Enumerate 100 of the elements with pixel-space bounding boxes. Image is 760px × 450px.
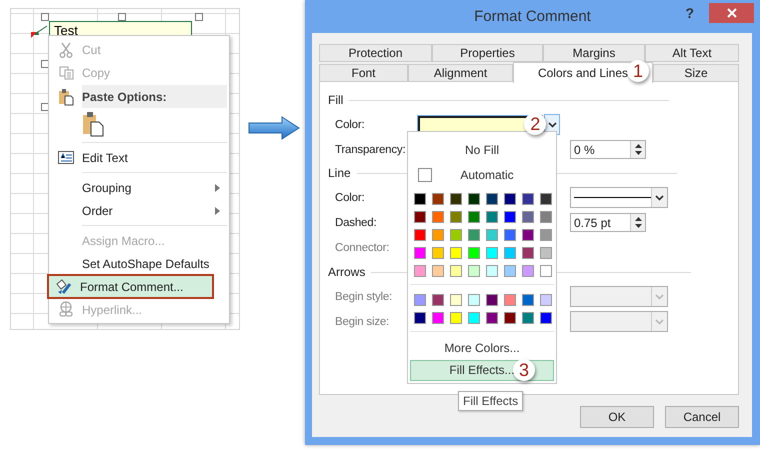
tab[interactable]: Margins xyxy=(543,44,645,62)
color-swatch[interactable] xyxy=(414,211,426,223)
color-swatch[interactable] xyxy=(486,294,498,306)
color-swatch[interactable] xyxy=(486,211,498,223)
close-button[interactable] xyxy=(709,3,754,23)
color-swatch[interactable] xyxy=(540,229,552,241)
color-swatch[interactable] xyxy=(468,229,480,241)
no-fill-option[interactable]: No Fill xyxy=(408,138,556,162)
dropdown[interactable] xyxy=(570,311,668,332)
color-swatch[interactable] xyxy=(450,312,462,324)
spin-field[interactable]: 0.75 pt xyxy=(570,213,646,232)
color-swatch[interactable] xyxy=(486,312,498,324)
tab[interactable]: Alignment xyxy=(408,64,513,82)
color-swatch[interactable] xyxy=(414,247,426,259)
color-swatch[interactable] xyxy=(504,229,516,241)
color-swatch[interactable] xyxy=(540,312,552,324)
color-swatch[interactable] xyxy=(504,294,516,306)
menu-item[interactable]: Edit Text xyxy=(50,146,228,169)
spin-field[interactable]: 0 % xyxy=(570,140,646,159)
color-swatch[interactable] xyxy=(432,229,444,241)
tab[interactable]: Colors and Lines 1 xyxy=(513,62,653,83)
tab[interactable]: Alt Text xyxy=(645,44,739,62)
color-swatch[interactable] xyxy=(468,294,480,306)
color-swatch[interactable] xyxy=(486,265,498,277)
line-sample-icon xyxy=(574,196,652,199)
color-swatch[interactable] xyxy=(522,211,534,223)
menu-item[interactable]: Format Comment... xyxy=(48,275,213,298)
color-swatch[interactable] xyxy=(486,247,498,259)
field-label: Dashed: xyxy=(335,216,376,228)
step-badge: 3 xyxy=(513,359,535,381)
color-swatch[interactable] xyxy=(450,229,462,241)
dropdown[interactable] xyxy=(570,286,668,307)
color-swatch[interactable] xyxy=(504,312,516,324)
step-badge: 1 xyxy=(627,60,649,82)
color-swatch[interactable] xyxy=(432,312,444,324)
format-brush-icon xyxy=(55,278,73,296)
field-label: Connector: xyxy=(335,242,390,254)
menu-item[interactable]: Set AutoShape Defaults xyxy=(50,252,228,275)
tab[interactable]: Properties xyxy=(432,44,543,62)
dialog-button[interactable]: OK xyxy=(580,406,654,428)
color-swatch[interactable] xyxy=(432,193,444,205)
color-swatch[interactable] xyxy=(414,265,426,277)
color-swatch[interactable] xyxy=(414,193,426,205)
menu-item[interactable]: Order xyxy=(50,199,228,222)
color-swatch[interactable] xyxy=(540,265,552,277)
color-swatch[interactable] xyxy=(522,294,534,306)
color-swatch[interactable] xyxy=(504,193,516,205)
color-swatch[interactable] xyxy=(504,247,516,259)
paste-option-icon[interactable] xyxy=(82,111,104,137)
field-label: Begin style: xyxy=(335,290,392,302)
scissors-icon xyxy=(59,42,73,58)
color-swatch[interactable] xyxy=(504,265,516,277)
color-swatch[interactable] xyxy=(432,211,444,223)
section-title: Arrows xyxy=(328,265,366,279)
color-swatch[interactable] xyxy=(522,247,534,259)
color-swatch[interactable] xyxy=(468,312,480,324)
resize-handle[interactable] xyxy=(41,13,49,21)
color-swatch[interactable] xyxy=(522,312,534,324)
color-swatch[interactable] xyxy=(450,193,462,205)
more-colors-option[interactable]: More Colors... xyxy=(408,336,556,360)
color-swatch[interactable] xyxy=(450,247,462,259)
comment-indicator-icon xyxy=(29,24,49,38)
color-swatch[interactable] xyxy=(450,211,462,223)
color-swatch[interactable] xyxy=(468,211,480,223)
color-swatch[interactable] xyxy=(468,247,480,259)
color-swatch[interactable] xyxy=(432,247,444,259)
field-label: Color: xyxy=(335,118,364,130)
globe-link-icon xyxy=(58,301,74,318)
color-swatch[interactable] xyxy=(414,294,426,306)
color-swatch[interactable] xyxy=(522,265,534,277)
automatic-swatch[interactable] xyxy=(418,168,432,182)
dialog-button[interactable]: Cancel xyxy=(665,406,739,428)
fill-effects-option[interactable]: Fill Effects... 3 xyxy=(410,360,554,381)
tab[interactable]: Size xyxy=(653,64,739,82)
tab[interactable]: Font xyxy=(319,64,408,82)
color-swatch[interactable] xyxy=(432,294,444,306)
color-swatch[interactable] xyxy=(414,229,426,241)
color-swatch[interactable] xyxy=(522,229,534,241)
tab[interactable]: Protection xyxy=(319,44,432,62)
resize-handle[interactable] xyxy=(118,13,126,21)
color-swatch[interactable] xyxy=(450,265,462,277)
color-swatch[interactable] xyxy=(432,265,444,277)
color-swatch[interactable] xyxy=(414,312,426,324)
color-swatch[interactable] xyxy=(504,211,516,223)
color-swatch[interactable] xyxy=(468,193,480,205)
help-button[interactable]: ? xyxy=(681,5,698,21)
color-swatch[interactable] xyxy=(522,193,534,205)
color-swatch[interactable] xyxy=(486,229,498,241)
automatic-option[interactable]: Automatic xyxy=(432,168,556,182)
text-box-icon xyxy=(58,151,74,164)
color-swatch[interactable] xyxy=(486,193,498,205)
color-swatch[interactable] xyxy=(540,294,552,306)
color-swatch[interactable] xyxy=(540,211,552,223)
color-swatch[interactable] xyxy=(540,247,552,259)
line-style-dropdown[interactable] xyxy=(570,187,668,208)
menu-item[interactable]: Grouping xyxy=(50,176,228,199)
resize-handle[interactable] xyxy=(195,13,203,21)
color-swatch[interactable] xyxy=(540,193,552,205)
color-swatch[interactable] xyxy=(450,294,462,306)
color-swatch[interactable] xyxy=(468,265,480,277)
